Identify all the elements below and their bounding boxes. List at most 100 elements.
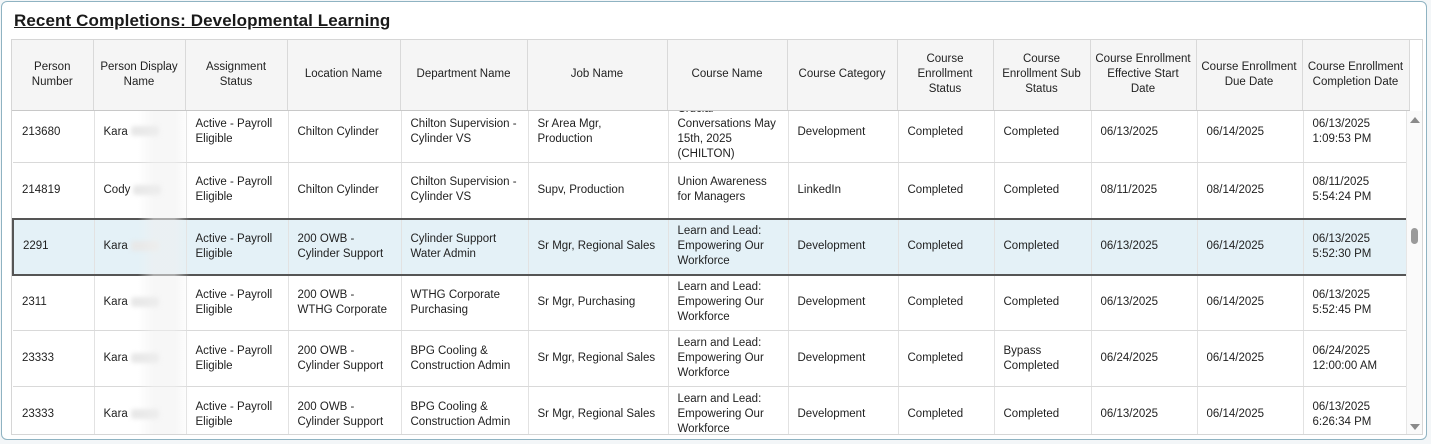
column-header-due-date[interactable]: Course Enrollment Due Date <box>1196 40 1303 111</box>
redacted-surname <box>133 184 162 195</box>
cell-person-display-name: Kara <box>94 217 187 276</box>
cell-department-name: BPG Cooling & Construction Admin <box>401 330 529 387</box>
table-row[interactable]: 2311 Kara Active - Payroll Eligible 200 OWB… <box>13 274 1408 331</box>
cell-location-name: 200 OWB - WTHG Corporate <box>288 274 402 331</box>
cell-enrollment-sub-status: Completed <box>994 217 1092 276</box>
column-header-course-name[interactable]: Course Name <box>667 40 788 111</box>
cell-assignment-status: Active - Payroll Eligible <box>186 274 289 331</box>
cell-completion-date: 08/11/2025 5:54:24 PM <box>1303 162 1408 219</box>
column-header-completion-date[interactable]: Course Enrollment Completion Date <box>1302 40 1410 111</box>
cell-text: Chilton Cylinder <box>297 125 379 138</box>
cell-enrollment-status: Completed <box>898 217 995 276</box>
cell-location-name: Chilton Cylinder <box>288 162 402 219</box>
cell-assignment-status: Active - Payroll Eligible <box>186 386 289 434</box>
cell-text: Cylinder Support Water Admin <box>410 232 497 260</box>
redacted-surname <box>130 126 159 137</box>
column-header-enrollment-sub-status[interactable]: Course Enrollment Sub Status <box>993 40 1091 111</box>
cell-text: Learn and Lead: Empowering Our Workforce <box>677 393 764 435</box>
table-row[interactable]: 23333 Kara Active - Payroll Eligible 200 OW… <box>13 386 1408 435</box>
column-header-effective-start-date[interactable]: Course Enrollment Effective Start Date <box>1090 40 1197 111</box>
cell-text: Chilton Cylinder <box>297 183 379 196</box>
cell-text: BPG Cooling & Construction Admin <box>410 400 511 428</box>
cell-enrollment-sub-status: Completed <box>994 274 1092 331</box>
cell-due-date: 06/14/2025 <box>1197 217 1304 276</box>
cell-completion-date: 06/13/2025 5:52:30 PM <box>1303 217 1408 276</box>
column-header-location-name[interactable]: Location Name <box>287 40 401 111</box>
scroll-up-arrow-icon[interactable] <box>1410 117 1420 123</box>
cell-enrollment-status: Completed <box>898 111 995 163</box>
cell-person-number: 213680 <box>13 111 95 163</box>
column-header-assignment-status[interactable]: Assignment Status <box>185 40 288 111</box>
column-header-enrollment-status[interactable]: Course Enrollment Status <box>897 40 994 111</box>
cell-text: Completed <box>907 296 964 309</box>
cell-text: 06/14/2025 <box>1206 240 1265 252</box>
cell-text: 23333 <box>22 352 54 364</box>
table-row[interactable]: 2291 Kara Active - Payroll Eligible 200 OWB… <box>12 217 1408 276</box>
cell-text: Completed <box>1003 183 1060 196</box>
scroll-down-arrow-icon[interactable] <box>1410 424 1420 430</box>
column-header-person-display-name[interactable]: Person Display Name <box>93 40 186 111</box>
cell-location-name: 200 OWB - Cylinder Support <box>288 386 402 434</box>
cell-due-date: 06/14/2025 <box>1197 386 1304 434</box>
cell-text: Completed <box>907 183 964 196</box>
cell-enrollment-status: Completed <box>898 330 995 387</box>
cell-course-category: Development <box>788 111 899 163</box>
grid-body: 213680 Kara Active - Payroll Eligible Chilt… <box>12 111 1408 435</box>
cell-text: Completed <box>1003 408 1060 420</box>
redacted-surname <box>130 408 159 419</box>
cell-location-name: 200 OWB - Cylinder Support <box>288 330 402 387</box>
cell-text: Completed <box>1003 240 1060 252</box>
cell-person-number: 2311 <box>13 274 95 331</box>
column-header-department-name[interactable]: Department Name <box>400 40 528 111</box>
cell-person-number: 23333 <box>13 386 95 434</box>
cell-text: Bypass Completed <box>1003 344 1060 372</box>
table-row[interactable]: 214819 Cody Active - Payroll Eligible Chilt… <box>13 162 1408 219</box>
cell-text: 200 OWB - Cylinder Support <box>297 232 384 260</box>
cell-course-category: Development <box>788 274 899 331</box>
table-row[interactable]: 213680 Kara Active - Payroll Eligible Chilt… <box>13 111 1408 163</box>
cell-course-category: Development <box>788 217 899 276</box>
grid-body-viewport[interactable]: 213680 Kara Active - Payroll Eligible Chilt… <box>12 111 1408 435</box>
cell-text: Completed <box>907 125 964 138</box>
cell-enrollment-status: Completed <box>898 162 995 219</box>
cell-job-name: Sr Mgr, Regional Sales <box>528 217 669 276</box>
cell-due-date: 08/14/2025 <box>1197 162 1304 219</box>
cell-location-name: Chilton Cylinder <box>288 111 402 163</box>
table-row[interactable]: 23333 Kara Active - Payroll Eligible 200 OW… <box>13 330 1408 387</box>
cell-effective-start-date: 06/13/2025 <box>1091 386 1198 434</box>
cell-completion-date: 06/13/2025 1:09:53 PM <box>1303 111 1408 163</box>
column-header-course-category[interactable]: Course Category <box>787 40 898 111</box>
cell-text: 2291 <box>23 240 49 252</box>
cell-completion-date: 06/24/2025 12:00:00 AM <box>1303 330 1408 387</box>
cell-text: 06/13/2025 <box>1100 296 1159 309</box>
grid-header: Person Number Person Display Name Assignme… <box>12 40 1410 111</box>
cell-text: Sr Mgr, Regional Sales <box>537 352 656 364</box>
cell-text: Kara <box>103 240 128 252</box>
vertical-scrollbar[interactable] <box>1406 111 1422 434</box>
cell-department-name: Chilton Supervision - Cylinder VS <box>401 162 529 219</box>
scrollbar-thumb[interactable] <box>1411 228 1418 244</box>
cell-text: 200 OWB - WTHG Corporate <box>297 288 387 316</box>
cell-course-name: Learn and Lead: Empowering Our Workforce <box>668 274 789 331</box>
cell-text: Crucial Conversations May 15th, 2025 (CH… <box>677 111 776 160</box>
cell-text: Sr Mgr, Regional Sales <box>537 240 656 252</box>
cell-text: 06/14/2025 <box>1206 296 1265 309</box>
cell-text: 06/13/2025 5:52:45 PM <box>1312 288 1372 316</box>
cell-text: Kara <box>103 125 128 138</box>
cell-department-name: Cylinder Support Water Admin <box>401 217 529 276</box>
cell-person-number: 214819 <box>13 162 95 219</box>
cell-department-name: BPG Cooling & Construction Admin <box>401 386 529 434</box>
cell-text: 08/14/2025 <box>1206 183 1265 196</box>
cell-person-display-name: Kara <box>94 111 187 163</box>
cell-course-name: Crucial Conversations May 15th, 2025 (CH… <box>668 111 789 163</box>
cell-enrollment-sub-status: Completed <box>994 386 1092 434</box>
column-header-job-name[interactable]: Job Name <box>527 40 668 111</box>
cell-effective-start-date: 06/13/2025 <box>1091 217 1198 276</box>
cell-completion-date: 06/13/2025 5:52:45 PM <box>1303 274 1408 331</box>
cell-text: 213680 <box>22 125 61 138</box>
cell-text: Development <box>797 352 866 364</box>
cell-text: Learn and Lead: Empowering Our Workforce <box>677 337 764 379</box>
column-header-person-number[interactable]: Person Number <box>12 40 94 111</box>
cell-text: 214819 <box>22 183 61 196</box>
redacted-surname <box>130 297 159 308</box>
